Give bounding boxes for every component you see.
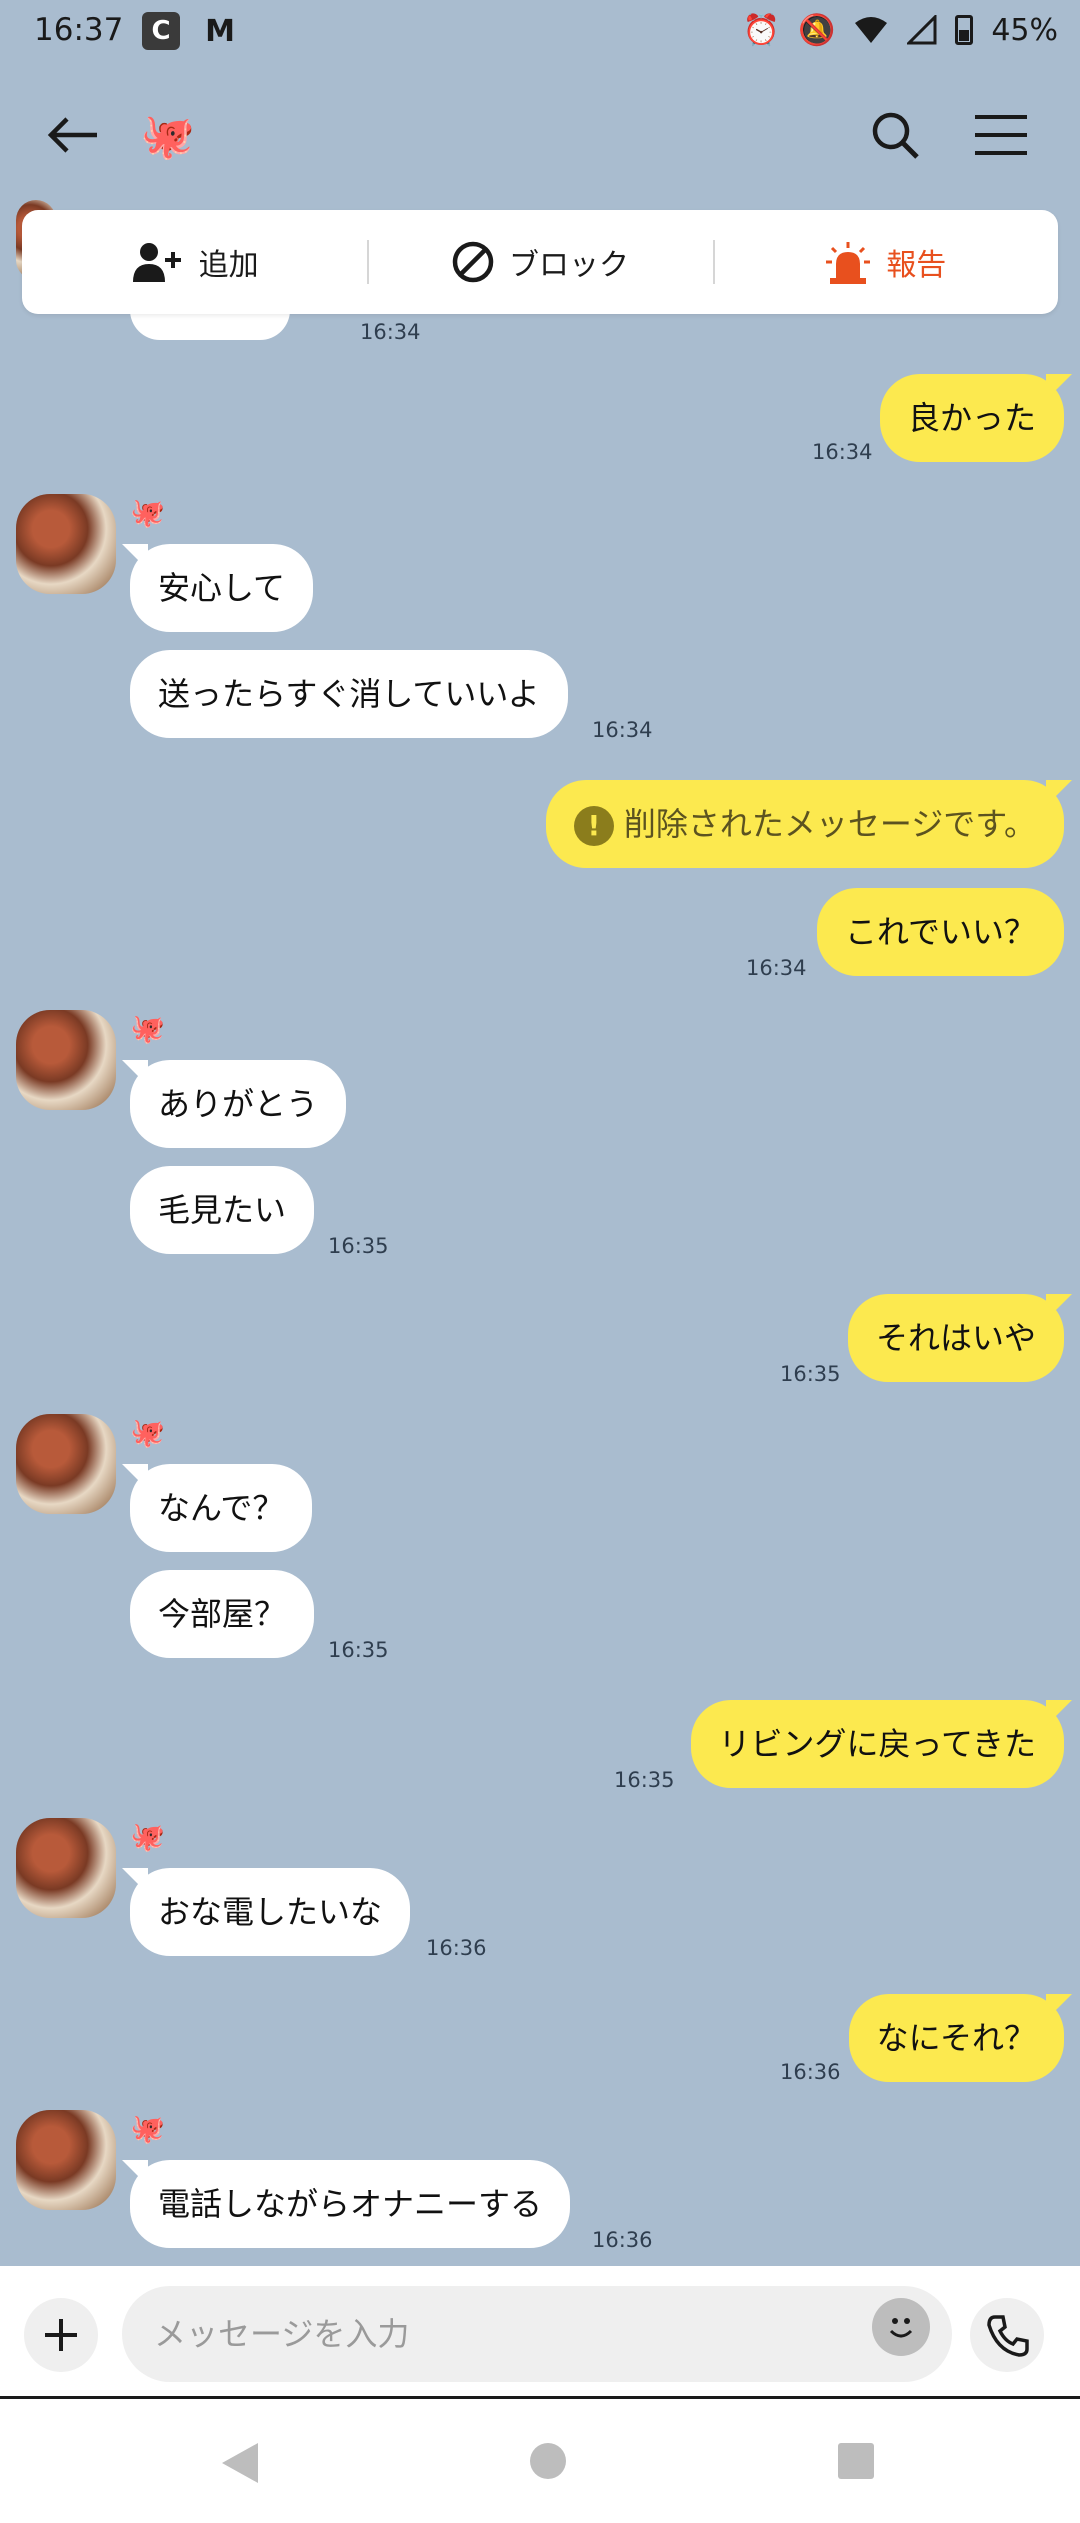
wifi-icon: [855, 17, 888, 43]
bell-muted-icon: 🔕: [797, 12, 836, 48]
add-user-icon: [132, 243, 181, 282]
menu-button[interactable]: [966, 100, 1036, 170]
incoming-message[interactable]: 安心して: [130, 544, 314, 632]
warning-icon: !: [573, 806, 614, 846]
nav-recents-button[interactable]: [836, 2441, 876, 2485]
chat-header: 🐙: [0, 70, 1080, 200]
incoming-message[interactable]: ありがとう: [130, 1060, 347, 1148]
alarm-icon: ⏰: [742, 12, 780, 48]
sender-name: 🐙: [130, 1012, 165, 1045]
sender-name: 🐙: [130, 496, 165, 529]
nav-back-button[interactable]: [218, 2441, 262, 2489]
message-time: 16:36: [592, 2228, 653, 2252]
outgoing-message[interactable]: リビングに戻ってきた: [690, 1700, 1064, 1788]
avatar[interactable]: [16, 1414, 116, 1514]
message-time: 16:35: [328, 1234, 389, 1258]
smiley-icon: [889, 2318, 913, 2338]
battery-percent: 45%: [991, 12, 1058, 48]
avatar[interactable]: [16, 1818, 116, 1918]
message-time: 16:34: [812, 440, 873, 464]
nav-home-button[interactable]: [528, 2441, 568, 2485]
deleted-message-text: 削除されたメッセージです。: [623, 805, 1036, 843]
system-nav-bar: [0, 2396, 1080, 2523]
deleted-message[interactable]: ! 削除されたメッセージです。: [545, 780, 1064, 868]
hamburger-menu-icon: [975, 115, 1027, 155]
block-label: ブロック: [508, 248, 629, 283]
signal-icon: [907, 15, 937, 45]
sender-name: 🐙: [130, 2112, 165, 2145]
report-button[interactable]: 報告: [712, 210, 1058, 314]
arrow-left-icon: [47, 117, 97, 153]
message-input[interactable]: メッセージを入力: [122, 2286, 952, 2382]
message-time: 16:34: [360, 320, 421, 344]
incoming-message[interactable]: 送ったらすぐ消していいよ: [130, 650, 568, 738]
incoming-message[interactable]: おな電したいな: [130, 1868, 411, 1956]
triangle-back-icon: [222, 2443, 258, 2483]
chat-title-emoji: 🐙: [140, 111, 195, 162]
square-recents-icon: [838, 2443, 874, 2479]
outgoing-message[interactable]: 良かった: [879, 374, 1064, 462]
message-time: 16:36: [780, 2060, 841, 2084]
emoji-button[interactable]: [872, 2298, 930, 2356]
plus-button[interactable]: [24, 2298, 98, 2372]
message-time: 16:34: [746, 956, 807, 980]
outgoing-message[interactable]: なにそれ？: [848, 1994, 1064, 2082]
add-friend-button[interactable]: 追加: [22, 210, 367, 314]
gmail-icon: M: [205, 13, 235, 49]
avatar[interactable]: [16, 494, 116, 594]
avatar[interactable]: [16, 1010, 116, 1110]
sender-name: 🐙: [130, 1820, 165, 1853]
block-button[interactable]: ブロック: [367, 210, 712, 314]
incoming-message[interactable]: なんで？: [130, 1464, 313, 1552]
incoming-message[interactable]: 電話しながらオナニーする: [130, 2160, 571, 2248]
status-bar: 16:37 C M ⏰ 🔕 45%: [0, 0, 1080, 64]
stranger-action-bar: 追加 ブロック 報告: [22, 210, 1058, 314]
back-button[interactable]: [38, 100, 108, 170]
circle-home-icon: [530, 2443, 566, 2479]
outgoing-message[interactable]: これでいい？: [816, 888, 1064, 976]
search-icon: [872, 112, 919, 159]
message-time: 16:35: [328, 1638, 389, 1662]
report-label: 報告: [886, 248, 947, 283]
block-icon: [452, 241, 494, 283]
add-friend-label: 追加: [198, 248, 259, 283]
status-icons: ⏰ 🔕 45%: [743, 10, 1058, 50]
search-button[interactable]: [860, 100, 930, 170]
message-time: 16:34: [592, 718, 653, 742]
phone-icon: [987, 2315, 1029, 2357]
battery-icon: [955, 15, 974, 45]
c-app-icon: C: [142, 12, 180, 50]
plus-icon: [45, 2319, 77, 2351]
avatar[interactable]: [16, 2110, 116, 2210]
message-input-bar: メッセージを入力: [0, 2266, 1080, 2396]
message-time: 16:35: [614, 1768, 675, 1792]
incoming-message[interactable]: 今部屋？: [130, 1570, 315, 1658]
message-time: 16:35: [780, 1362, 841, 1386]
call-button[interactable]: [970, 2298, 1044, 2372]
outgoing-message[interactable]: それはいや: [847, 1294, 1064, 1382]
siren-icon: [826, 242, 871, 284]
status-time: 16:37: [34, 12, 124, 48]
incoming-message[interactable]: 毛見たい: [130, 1166, 315, 1254]
message-time: 16:36: [426, 1936, 487, 1960]
sender-name: 🐙: [130, 1416, 165, 1449]
